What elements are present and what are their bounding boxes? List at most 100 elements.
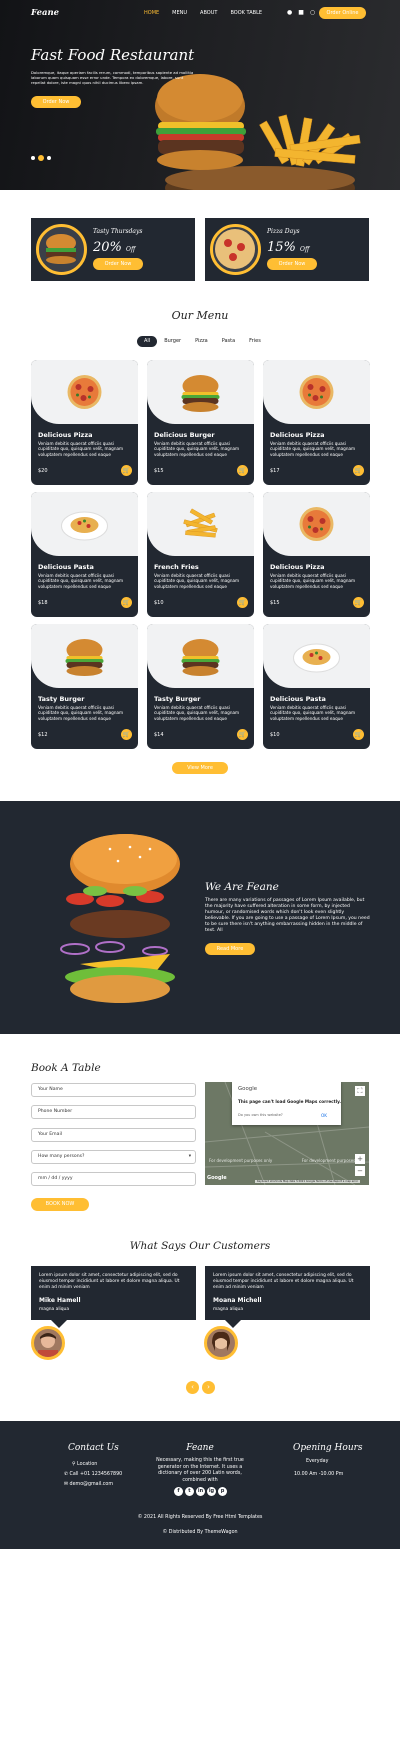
menu-item-price: $20: [38, 468, 48, 474]
next-arrow-button[interactable]: ›: [202, 1381, 215, 1394]
phone-input[interactable]: Phone Number: [31, 1105, 196, 1119]
date-input[interactable]: mm / dd / yyyy: [31, 1172, 196, 1186]
hero-title: Fast Food Restaurant: [31, 46, 195, 64]
add-to-cart-icon[interactable]: 🛒: [353, 465, 364, 476]
map-dev-overlay: For development purposes only For develop…: [209, 1158, 365, 1163]
chevron-down-icon: ▾: [188, 1154, 191, 1159]
testimonial-quote: Lorem ipsum dolor sit amet, consectetur …: [39, 1273, 180, 1290]
exploded-burger-image: [60, 834, 180, 1003]
add-to-cart-icon[interactable]: 🛒: [353, 729, 364, 740]
avatar: [204, 1326, 238, 1360]
menu-card[interactable]: Tasty Burger Veniam debitis quaerat offic…: [31, 624, 138, 749]
book-now-button[interactable]: BOOK NOW: [31, 1198, 89, 1211]
fullscreen-icon[interactable]: ⛶: [355, 1086, 365, 1096]
add-to-cart-icon[interactable]: 🛒: [121, 729, 132, 740]
menu-card-image-area: [31, 624, 138, 688]
filter-fries[interactable]: Fries: [242, 336, 268, 347]
zoom-out-button[interactable]: −: [355, 1166, 365, 1176]
copyright: © 2021 All Rights Reserved By Free Html …: [137, 1515, 263, 1520]
map-dialog-ok-button[interactable]: OK: [321, 1113, 327, 1118]
contact-location[interactable]: ⚲ Location: [72, 1462, 97, 1467]
name-input[interactable]: Your Name: [31, 1083, 196, 1097]
menu-card[interactable]: Delicious Burger Veniam debitis quaerat o…: [147, 360, 254, 485]
carousel-indicators: [31, 155, 51, 161]
hero-text: Doloremque, itaque aperiam facilis rerum…: [31, 70, 194, 86]
hero-order-now-button[interactable]: Order Now: [31, 96, 81, 108]
persons-select[interactable]: How many persons? ▾: [31, 1150, 196, 1164]
instagram-icon[interactable]: ig: [207, 1487, 216, 1496]
about-section: We Are Feane There are many variations o…: [0, 801, 400, 1034]
map-footer[interactable]: Keyboard shortcuts Map data ©2021 Google…: [255, 1180, 361, 1183]
offer-percent: 15% Off: [267, 240, 310, 255]
add-to-cart-icon[interactable]: 🛒: [237, 729, 248, 740]
nav-book-table-link[interactable]: BOOK TABLE: [230, 10, 262, 16]
menu-item-price: $10: [154, 600, 164, 606]
filter-pasta[interactable]: Pasta: [215, 336, 242, 347]
twitter-icon[interactable]: t: [185, 1487, 194, 1496]
add-to-cart-icon[interactable]: 🛒: [121, 465, 132, 476]
contact-phone[interactable]: ✆ Call +01 1234567890: [64, 1472, 122, 1477]
order-online-button[interactable]: Order Online: [319, 7, 366, 19]
contact-email[interactable]: ✉ demo@gmail.com: [64, 1482, 113, 1487]
menu-item-title: Tasty Burger: [154, 695, 201, 703]
menu-card[interactable]: Tasty Burger Veniam debitis quaerat offic…: [147, 624, 254, 749]
add-to-cart-icon[interactable]: 🛒: [237, 597, 248, 608]
read-more-button[interactable]: Read More: [205, 943, 255, 955]
menu-item-title: Delicious Burger: [154, 431, 215, 439]
menu-card[interactable]: Delicious Pizza Veniam debitis quaerat of…: [263, 492, 370, 617]
offer-card: Tasty Thursdays 20% Off Order Now: [31, 218, 195, 281]
add-to-cart-icon[interactable]: 🛒: [121, 597, 132, 608]
carousel-dot[interactable]: [31, 156, 35, 160]
menu-item-description: Veniam debitis quaerat officiis quasi cu…: [38, 441, 124, 457]
about-text: There are many variations of passages of…: [205, 898, 370, 934]
menu-item-description: Veniam debitis quaerat officiis quasi cu…: [154, 441, 240, 457]
cart-icon[interactable]: ■: [298, 9, 304, 16]
distributed-by: © Distributed By ThemeWagon: [162, 1530, 238, 1535]
offer-card: Pizza Days 15% Off Order Now: [205, 218, 369, 281]
testimonial-name: Mike Hamell: [39, 1297, 81, 1304]
brand-logo[interactable]: Feane: [31, 8, 59, 18]
filter-burger[interactable]: Burger: [157, 336, 188, 347]
facebook-icon[interactable]: f: [174, 1487, 183, 1496]
burger-image: [181, 375, 220, 412]
user-icon[interactable]: ●: [287, 9, 292, 16]
filter-all[interactable]: All: [137, 336, 158, 347]
menu-card[interactable]: French Fries Veniam debitis quaerat offic…: [147, 492, 254, 617]
linkedin-icon[interactable]: in: [196, 1487, 205, 1496]
pasta-image: [293, 643, 340, 673]
search-icon[interactable]: ○: [310, 9, 315, 16]
menu-item-title: Delicious Pasta: [270, 695, 326, 703]
offer-pizza-image: [210, 224, 261, 275]
menu-card[interactable]: Delicious Pizza Veniam debitis quaerat of…: [263, 360, 370, 485]
email-input[interactable]: Your Email: [31, 1128, 196, 1142]
menu-card[interactable]: Delicious Pasta Veniam debitis quaerat of…: [263, 624, 370, 749]
testimonial-name: Moana Michell: [213, 1297, 262, 1304]
persons-select-value: How many persons?: [38, 1154, 85, 1159]
pizza-image: [67, 375, 102, 409]
pinterest-icon[interactable]: p: [218, 1487, 227, 1496]
nav-about-link[interactable]: ABOUT: [200, 10, 217, 16]
offer-burger-image: [36, 224, 87, 275]
view-more-button[interactable]: View More: [172, 762, 228, 774]
hours-time: 10.00 Am -10.00 Pm: [294, 1472, 344, 1477]
footer-brand-text: Necessary, making this the first true ge…: [156, 1458, 244, 1483]
offer-order-button[interactable]: Order Now: [93, 258, 143, 270]
menu-card[interactable]: Delicious Pizza Veniam debitis quaerat of…: [31, 360, 138, 485]
menu-item-price: $12: [38, 732, 48, 738]
zoom-in-button[interactable]: +: [355, 1154, 365, 1164]
google-map[interactable]: Google This page can't load Google Maps …: [205, 1082, 369, 1185]
map-dialog-message: This page can't load Google Maps correct…: [238, 1099, 342, 1104]
carousel-dot-active[interactable]: [38, 155, 44, 161]
menu-card[interactable]: Delicious Pasta Veniam debitis quaerat of…: [31, 492, 138, 617]
nav-menu-link[interactable]: MENU: [172, 10, 187, 16]
menu-item-title: Tasty Burger: [38, 695, 85, 703]
add-to-cart-icon[interactable]: 🛒: [237, 465, 248, 476]
nav-home-link[interactable]: HOME: [144, 10, 159, 16]
menu-item-description: Veniam debitis quaerat officiis quasi cu…: [38, 573, 124, 589]
offer-order-button[interactable]: Order Now: [267, 258, 317, 270]
filter-pizza[interactable]: Pizza: [188, 336, 215, 347]
menu-card-image-area: [263, 360, 370, 424]
prev-arrow-button[interactable]: ‹: [186, 1381, 199, 1394]
add-to-cart-icon[interactable]: 🛒: [353, 597, 364, 608]
carousel-dot[interactable]: [47, 156, 51, 160]
